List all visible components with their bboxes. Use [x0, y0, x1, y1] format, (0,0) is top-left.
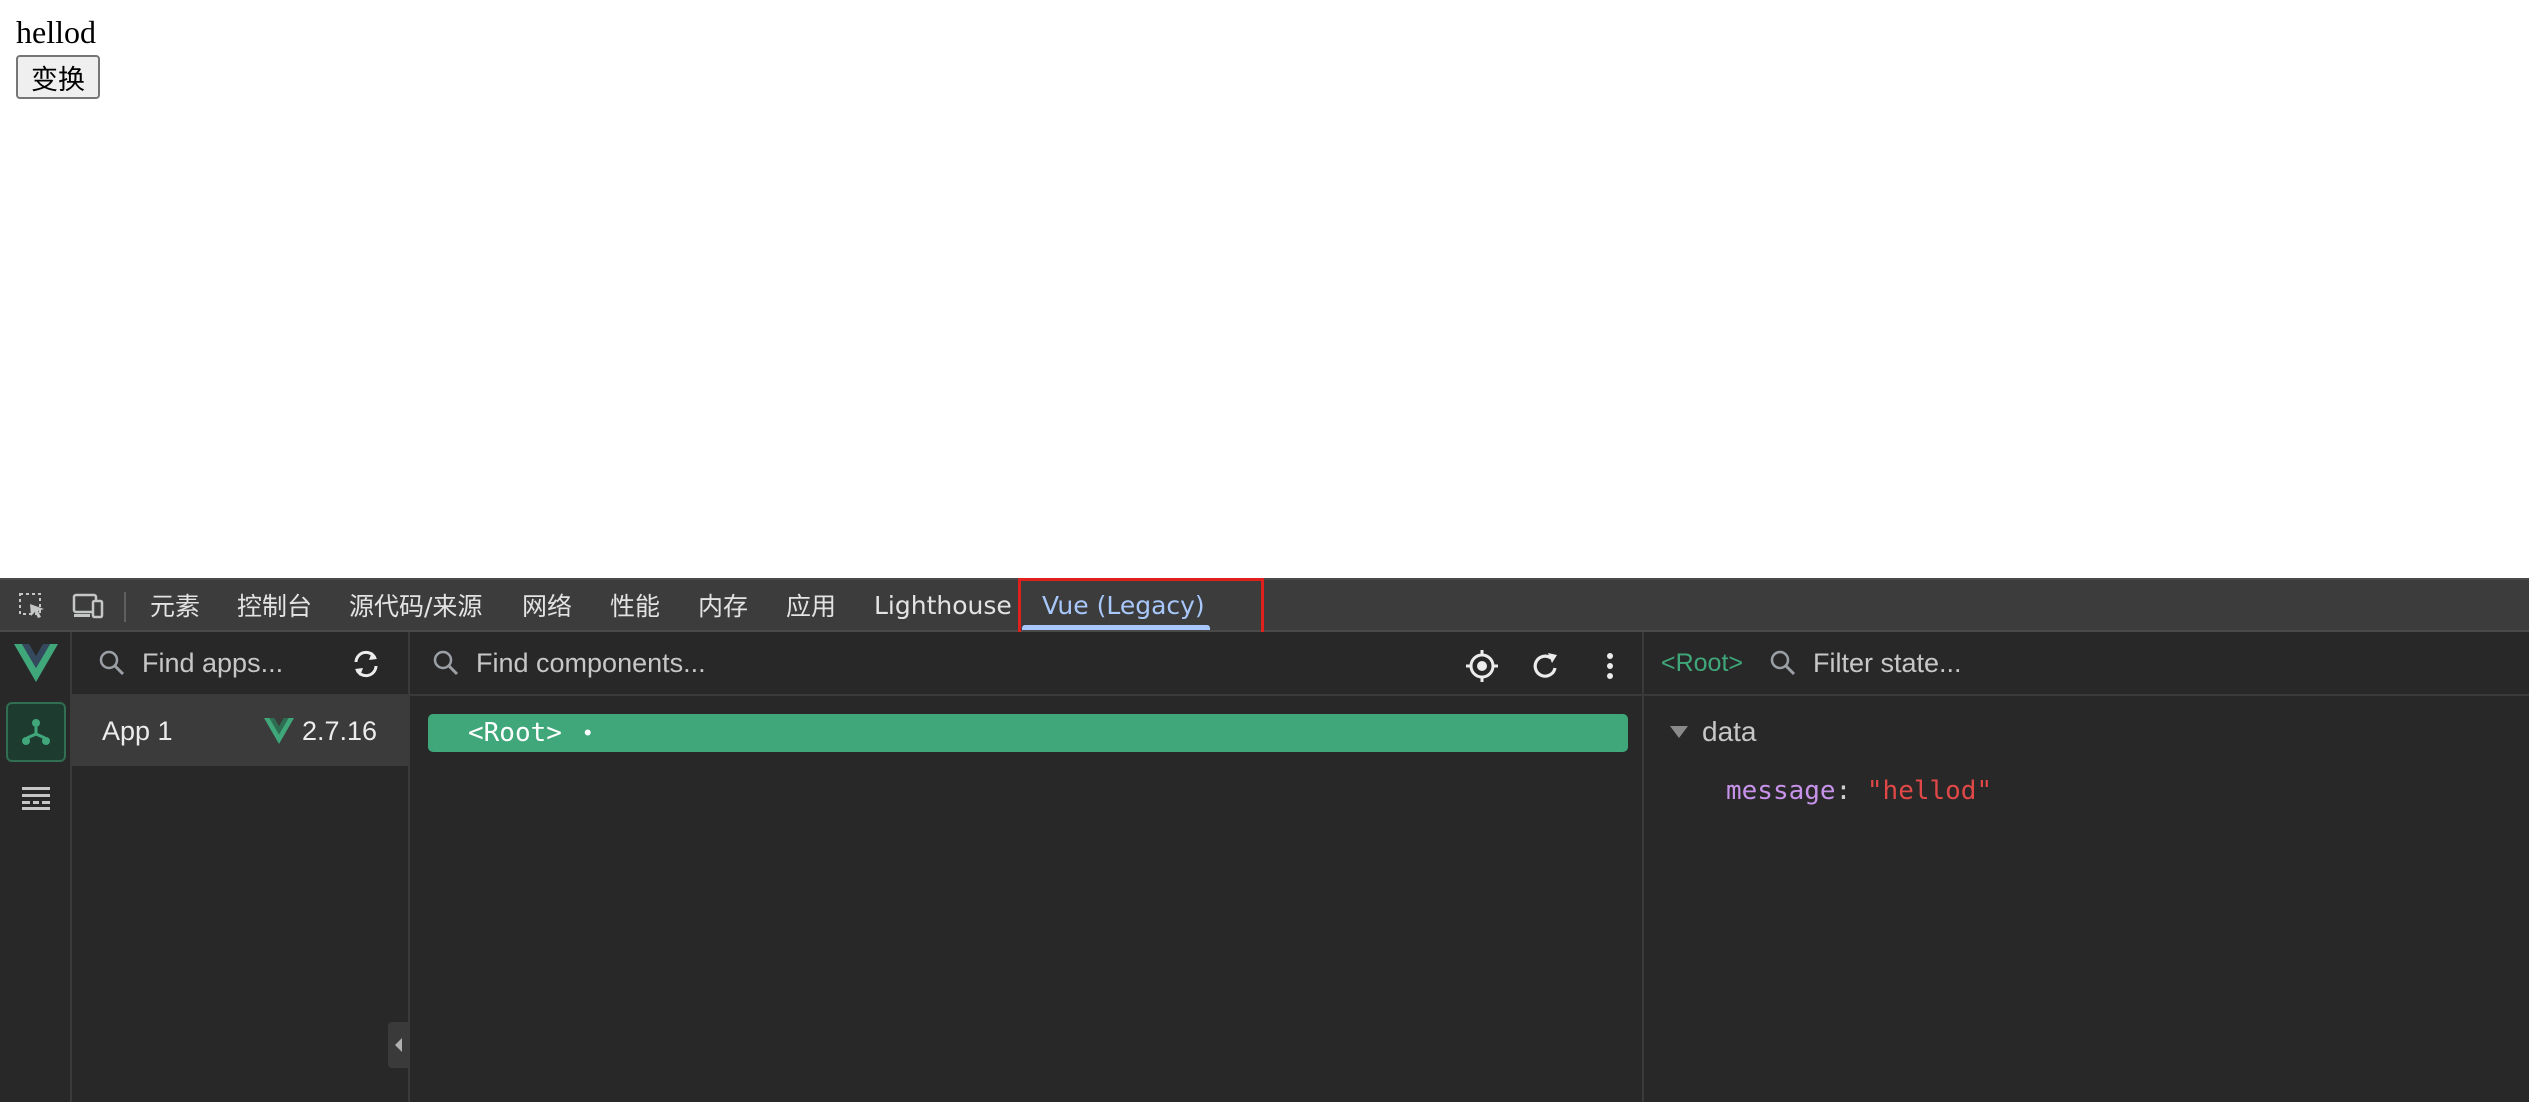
toolbar-divider: [124, 592, 126, 622]
state-search-bar[interactable]: <Root> Filter state...: [1644, 632, 2529, 696]
select-component-target-icon[interactable]: [1464, 648, 1500, 684]
state-inspector-panel: <Root> Filter state... data message: "he…: [1644, 632, 2529, 1102]
tab-sources[interactable]: 源代码/来源: [349, 580, 482, 630]
collapse-panel-handle[interactable]: [388, 1022, 408, 1068]
vue-sidebar-rail: [0, 632, 72, 1102]
chevron-left-icon: [395, 1038, 402, 1052]
state-filter-input[interactable]: Filter state...: [1813, 648, 1962, 679]
tab-elements[interactable]: 元素: [150, 580, 200, 630]
property-separator: :: [1835, 776, 1867, 806]
app-version: 2.7.16: [302, 716, 378, 746]
property-key: message: [1726, 776, 1836, 806]
tab-application[interactable]: 应用: [786, 580, 836, 630]
components-search-input[interactable]: Find components...: [476, 648, 706, 679]
message-text: hellod: [16, 14, 96, 50]
app-list-item[interactable]: App 1 2.7.16: [72, 696, 408, 766]
more-options-icon[interactable]: [1592, 648, 1628, 684]
vue-logo-icon: [14, 644, 58, 687]
component-name: <Root>: [468, 718, 562, 748]
timeline-icon[interactable]: [6, 768, 66, 828]
component-marker: •: [583, 720, 592, 745]
components-search-bar[interactable]: Find components...: [410, 632, 1642, 696]
tab-memory[interactable]: 内存: [698, 580, 748, 630]
device-toolbar-icon[interactable]: [70, 588, 106, 624]
component-tree-row-root[interactable]: <Root> •: [428, 714, 1628, 752]
apps-search-bar[interactable]: Find apps...: [72, 632, 408, 696]
search-icon: [432, 649, 460, 677]
transform-button[interactable]: 变换: [16, 55, 100, 99]
data-section-header[interactable]: data: [1670, 716, 1757, 748]
apps-panel: Find apps... App 1 2.7.16: [72, 632, 410, 1102]
state-property-row[interactable]: message: "hellod": [1726, 776, 1992, 806]
tab-network[interactable]: 网络: [522, 580, 572, 630]
caret-down-icon: [1670, 726, 1688, 738]
tab-lighthouse[interactable]: Lighthouse: [874, 580, 1012, 630]
devtools-panel: 元素 控制台 源代码/来源 网络 性能 内存 应用 Lighthouse Vue…: [0, 578, 2529, 1102]
selected-component-name: <Root>: [1661, 648, 1744, 677]
data-section-label: data: [1702, 716, 1757, 747]
apps-search-input[interactable]: Find apps...: [142, 648, 283, 679]
app-name: App 1: [102, 716, 173, 746]
tab-console[interactable]: 控制台: [237, 580, 312, 630]
vue-version-icon: [264, 718, 294, 749]
property-value: "hellod": [1866, 776, 1993, 806]
refresh-icon[interactable]: [1528, 648, 1564, 684]
page-viewport: hellod 变换: [0, 0, 2529, 578]
components-tree-icon[interactable]: [6, 702, 66, 762]
tab-performance[interactable]: 性能: [610, 580, 660, 630]
search-icon: [1769, 649, 1797, 677]
inspect-element-icon[interactable]: [14, 588, 50, 624]
search-icon: [98, 649, 126, 677]
refresh-apps-icon[interactable]: [350, 648, 382, 680]
components-panel: Find components... <Root> •: [410, 632, 1644, 1102]
devtools-tab-bar: 元素 控制台 源代码/来源 网络 性能 内存 应用 Lighthouse Vue…: [0, 578, 2529, 632]
